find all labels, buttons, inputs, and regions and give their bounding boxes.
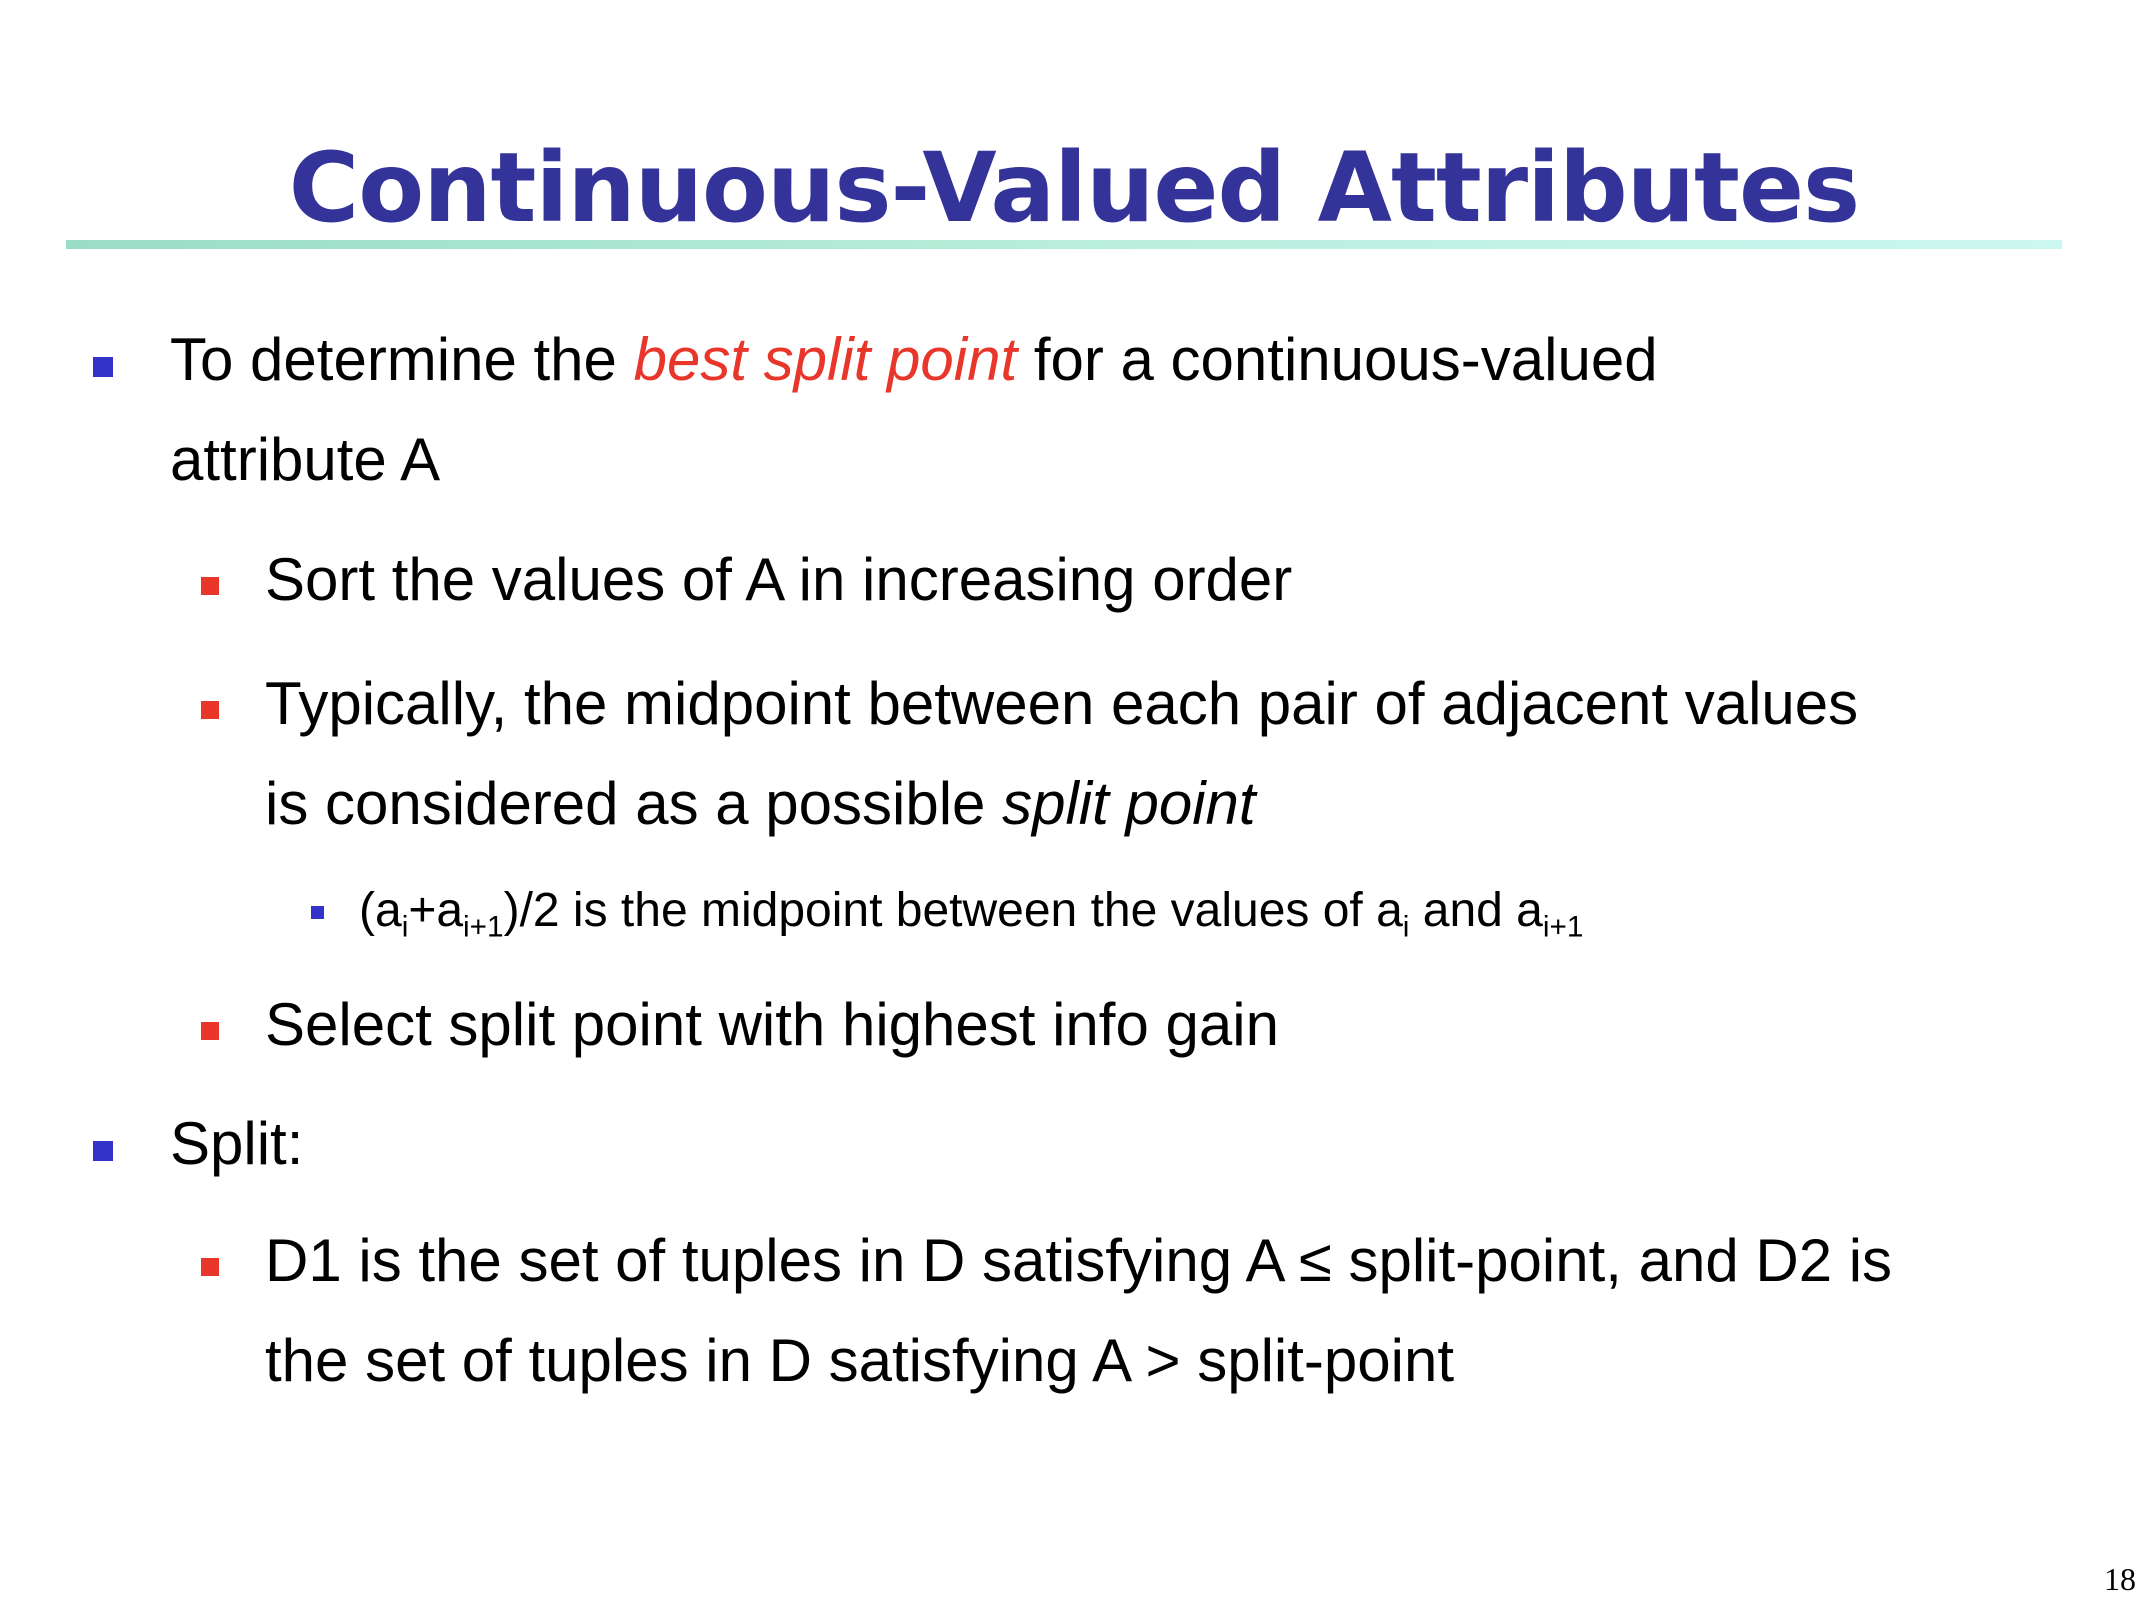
emphasis-best-split-point: best split point xyxy=(633,326,1018,393)
bullet-best-split-line2: attribute A xyxy=(170,426,441,493)
bullet-square-icon xyxy=(93,357,113,377)
bullet-square-icon xyxy=(311,906,324,919)
bullet-square-icon xyxy=(201,1258,219,1276)
title-underline xyxy=(66,240,2062,249)
bullet-d1-d2-line1: D1 is the set of tuples in D satisfying … xyxy=(265,1227,1893,1294)
page-number: 18 xyxy=(2104,1561,2136,1597)
bullet-midpoint-line1: Typically, the midpoint between each pai… xyxy=(265,670,1859,737)
bullet-split: Split: xyxy=(170,1110,304,1177)
bullet-square-icon xyxy=(201,577,219,595)
bullet-square-icon xyxy=(93,1141,113,1161)
slide-title: Continuous-Valued Attributes xyxy=(288,132,1860,244)
slide: Continuous-Valued Attributes To determin… xyxy=(0,0,2148,1606)
bullet-square-icon xyxy=(201,701,219,719)
bullet-d1-d2-line2: the set of tuples in D satisfying A > sp… xyxy=(265,1327,1454,1394)
bullet-select-split-point: Select split point with highest info gai… xyxy=(265,991,1279,1058)
bullet-sort-values: Sort the values of A in increasing order xyxy=(265,546,1293,613)
emphasis-split-point: split point xyxy=(1002,770,1256,837)
bullet-midpoint-line2: is considered as a possible split point xyxy=(265,770,1256,837)
bullet-best-split-line1: To determine the best split point for a … xyxy=(170,326,1658,393)
bullet-square-icon xyxy=(201,1022,219,1040)
bullet-midpoint-formula: (ai+ai+1)/2 is the midpoint between the … xyxy=(359,884,1584,944)
